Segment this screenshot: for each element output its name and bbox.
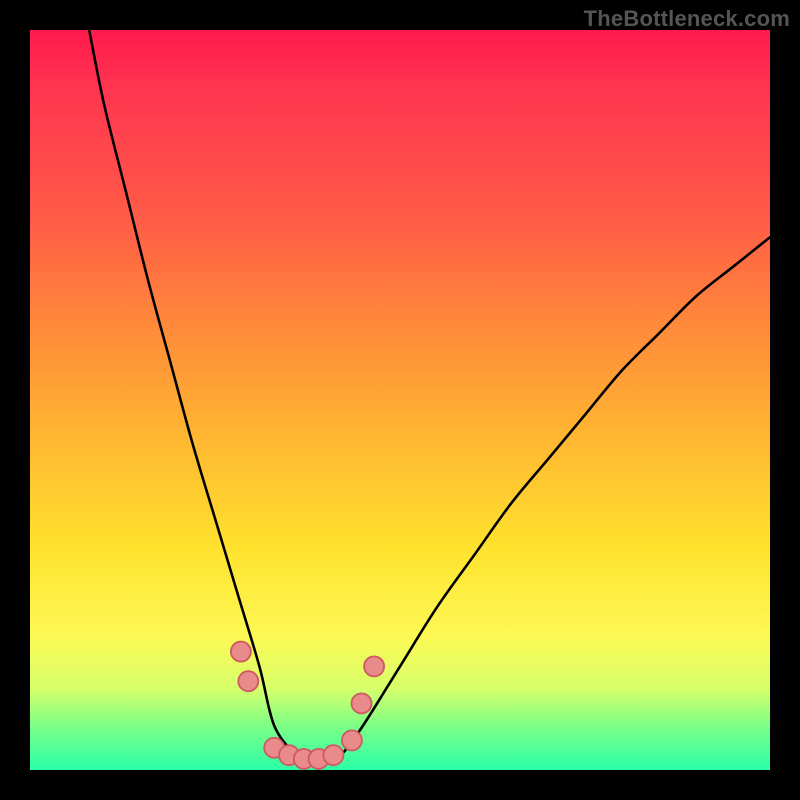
marker-dot	[238, 671, 258, 691]
marker-dot	[364, 656, 384, 676]
marker-dot	[323, 745, 343, 765]
marker-dot	[342, 730, 362, 750]
marker-dot	[231, 642, 251, 662]
bottleneck-curve	[89, 30, 770, 764]
attribution-watermark: TheBottleneck.com	[584, 6, 790, 32]
plot-area	[30, 30, 770, 770]
marker-dot	[352, 693, 372, 713]
chart-frame: TheBottleneck.com	[0, 0, 800, 800]
curve-layer	[30, 30, 770, 770]
marker-group	[231, 642, 384, 769]
